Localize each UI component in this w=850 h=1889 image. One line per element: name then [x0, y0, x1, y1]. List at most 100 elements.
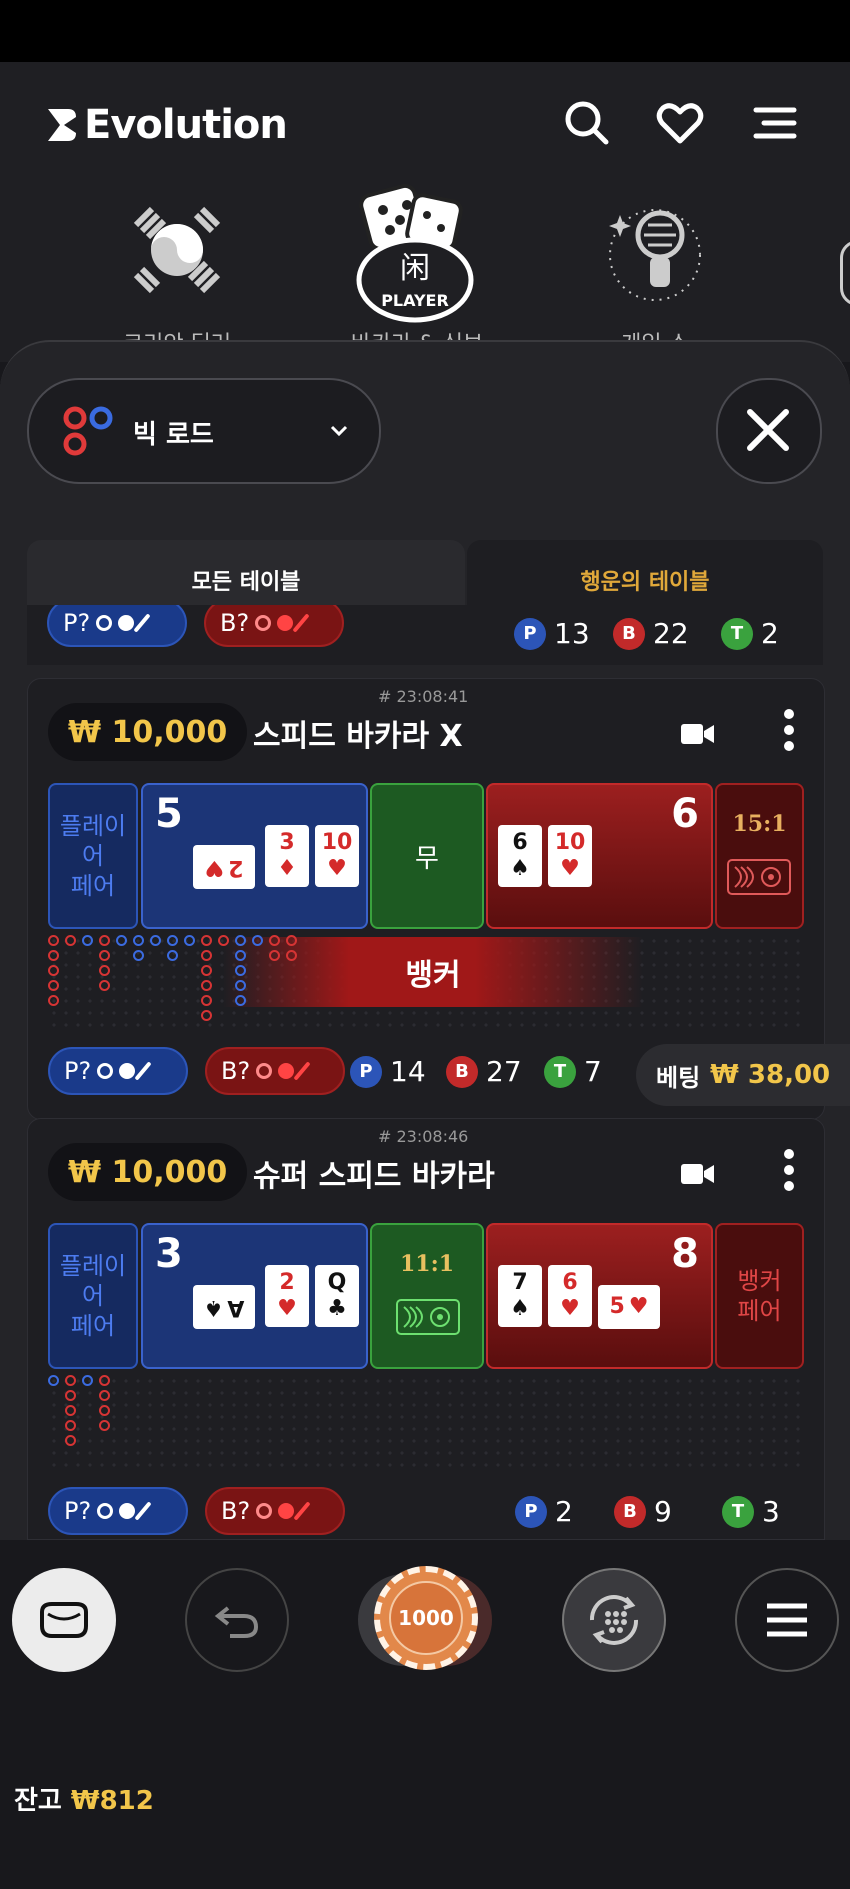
category-next-partial[interactable]	[840, 240, 850, 306]
table-name: 슈퍼 스피드 바카라	[253, 1159, 495, 1194]
heart-icon[interactable]	[655, 98, 705, 148]
banker-pair-bet[interactable]: 15:1	[715, 783, 804, 929]
cockroach-slash-icon	[133, 613, 151, 633]
player-prediction-button[interactable]: P?	[48, 1487, 188, 1535]
player-pair-label: 플레이어 페어	[59, 812, 127, 900]
road-marker	[48, 1375, 59, 1386]
road-type-dropdown[interactable]: 빅 로드	[27, 378, 381, 484]
undo-icon	[214, 1606, 259, 1638]
player-pair-bet[interactable]: 플레이어 페어	[48, 783, 138, 929]
video-camera-icon[interactable]	[680, 721, 716, 747]
current-bet-pill[interactable]: 베팅 ₩ 38,00	[636, 1044, 850, 1106]
round-timestamp: # 23:08:46	[378, 1127, 469, 1146]
balance-label: 잔고	[14, 1786, 62, 1816]
banker-bet-area[interactable]: 8 7 ♠ 6 ♥ 5 ♥	[486, 1223, 713, 1369]
road-marker	[235, 980, 246, 991]
road-marker	[184, 935, 195, 946]
min-bet-pill: ₩ 10,000	[48, 1143, 248, 1201]
player-dice-icon: 闲 PLAYER	[356, 183, 474, 323]
road-marker	[65, 1375, 76, 1386]
lucky-bonus-icon	[396, 1299, 460, 1335]
category-baccarat[interactable]: 闲 PLAYER	[345, 180, 485, 325]
cockroach-slash-icon	[134, 1061, 152, 1081]
video-camera-icon[interactable]	[680, 1161, 716, 1187]
bet-amount: ₩ 38,00	[710, 1060, 831, 1090]
tie-payout-label: 11:1	[399, 1251, 455, 1277]
player-prediction-label: P?	[64, 1497, 92, 1525]
more-options-icon[interactable]	[783, 709, 795, 751]
category-korean-dealer[interactable]	[112, 185, 242, 315]
tie-stat: T2	[721, 617, 779, 650]
road-marker	[65, 1435, 76, 1446]
bead-road	[48, 1375, 248, 1485]
banker-wins-stat: B 27	[446, 1055, 522, 1088]
road-marker	[82, 1375, 93, 1386]
big-road-ring-icon	[97, 1503, 114, 1519]
tie-badge-icon: T	[722, 1495, 754, 1528]
bet-label: 베팅	[656, 1063, 701, 1092]
tie-bet-area[interactable]: 11:1	[370, 1223, 484, 1369]
undo-button[interactable]	[185, 1568, 289, 1672]
road-marker	[99, 1420, 110, 1431]
tie-bet-area[interactable]: 무	[370, 783, 484, 929]
chip-selector[interactable]: 1000	[358, 1566, 492, 1674]
cockroach-slash-icon	[293, 1501, 311, 1521]
balance-amount: ₩812	[70, 1786, 154, 1816]
road-marker	[99, 935, 110, 946]
banker-prediction-button[interactable]: B?	[205, 1047, 345, 1095]
brand-name: Evolution	[84, 102, 288, 148]
banker-pair-bet[interactable]: 뱅커 페어	[715, 1223, 804, 1369]
banker-badge-icon: B	[613, 617, 645, 650]
big-eye-dot-icon	[278, 1503, 295, 1519]
road-marker	[201, 995, 212, 1006]
banker-prediction-label: B?	[221, 1497, 251, 1525]
category-game-show[interactable]	[590, 185, 720, 315]
road-marker	[99, 965, 110, 976]
road-marker	[48, 995, 59, 1006]
microphone-icon	[609, 209, 701, 301]
road-marker	[133, 935, 144, 946]
player-bet-area[interactable]: 5 2 ♥ 3 ♦ 10 ♥	[141, 783, 368, 929]
cockroach-slash-icon	[134, 1501, 152, 1521]
big-road-ring-icon	[256, 1063, 273, 1079]
tie-stat: T7	[544, 1055, 602, 1088]
menu-icon[interactable]	[752, 98, 802, 148]
table-card[interactable]: # 23:08:46 ₩ 10,000 슈퍼 스피드 바카라 플레이어 페어 3…	[27, 1118, 825, 1540]
road-marker	[201, 980, 212, 991]
banker-prediction-button[interactable]: B?	[204, 605, 344, 647]
cockroach-slash-icon	[292, 613, 310, 633]
table-icon	[40, 1602, 88, 1638]
road-marker	[286, 935, 297, 946]
player-prediction-label: P?	[64, 1057, 92, 1085]
search-icon[interactable]	[562, 98, 612, 148]
road-marker	[99, 1375, 110, 1386]
chip-1000[interactable]: 1000	[374, 1566, 478, 1670]
player-prediction-label: P?	[63, 609, 91, 637]
menu-button[interactable]	[735, 1568, 839, 1672]
road-marker	[235, 935, 246, 946]
banker-bet-area[interactable]: 6 6 ♠ 10 ♥	[486, 783, 713, 929]
banker-pair-label: 뱅커 페어	[737, 1267, 782, 1325]
road-marker	[218, 935, 229, 946]
banker-wins-stat: B 22	[613, 617, 689, 650]
close-button[interactable]	[716, 378, 822, 484]
banker-card-2: 6 ♥	[548, 1265, 592, 1327]
evolution-logo[interactable]: Evolution	[46, 100, 288, 150]
player-prediction-button[interactable]: P?	[48, 1047, 188, 1095]
road-marker	[65, 1420, 76, 1431]
road-marker	[235, 995, 246, 1006]
player-pair-bet[interactable]: 플레이어 페어	[48, 1223, 138, 1369]
road-marker	[65, 1405, 76, 1416]
player-prediction-button[interactable]: P?	[47, 605, 187, 647]
road-marker	[269, 950, 280, 961]
banker-prediction-button[interactable]: B?	[205, 1487, 345, 1535]
more-options-icon[interactable]	[783, 1149, 795, 1191]
lobby-button[interactable]	[12, 1568, 116, 1672]
repeat-bet-button[interactable]	[562, 1568, 666, 1672]
road-marker	[48, 980, 59, 991]
player-bet-area[interactable]: 3 A ♠ 2 ♥ Q ♣	[141, 1223, 368, 1369]
road-marker	[235, 950, 246, 961]
banker-card-2: 10 ♥	[548, 825, 592, 887]
banker-wins-stat: B9	[614, 1495, 672, 1528]
big-eye-dot-icon	[119, 1503, 136, 1519]
